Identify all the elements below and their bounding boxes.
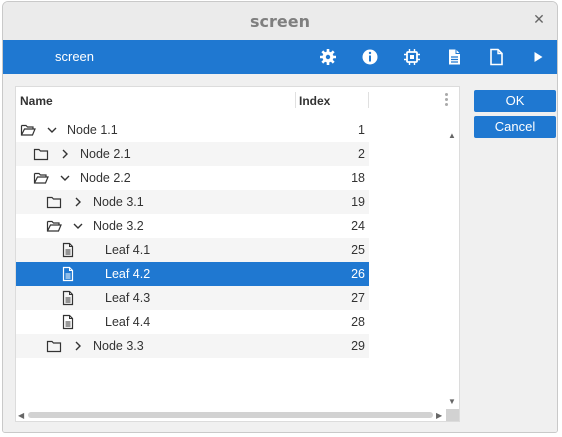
tree-row-index: 19 xyxy=(351,195,365,209)
tree-row-label: Leaf 4.1 xyxy=(105,243,151,257)
tree-view[interactable]: Name Index Node 1.1 1 Node 2.1 2 Node 2.2 18 N… xyxy=(15,86,460,422)
cancel-button[interactable]: Cancel xyxy=(474,116,556,138)
tree-row-index: 25 xyxy=(351,243,365,257)
tree-row[interactable]: Node 3.3 29 xyxy=(16,334,369,358)
column-header-name[interactable]: Name xyxy=(20,94,53,108)
document-icon xyxy=(60,266,76,282)
document-icon xyxy=(60,290,76,306)
chip-icon[interactable] xyxy=(403,48,421,66)
tree-row-label: Node 3.3 xyxy=(93,339,144,353)
toolbar: screen xyxy=(3,40,557,74)
tree-row[interactable]: Node 2.1 2 xyxy=(16,142,369,166)
tree-row[interactable]: Leaf 4.1 25 xyxy=(16,238,369,262)
tree-row-index: 24 xyxy=(351,219,365,233)
tree-row-label: Node 3.2 xyxy=(93,219,144,233)
tree-rows: Node 1.1 1 Node 2.1 2 Node 2.2 18 Node 3.1 19 No… xyxy=(16,118,369,358)
dialog-content: Name Index Node 1.1 1 Node 2.1 2 Node 2.2 18 N… xyxy=(3,74,557,432)
tree-row-index: 28 xyxy=(351,315,365,329)
scroll-left-icon[interactable]: ◀ xyxy=(18,411,24,420)
scrollbar-thumb[interactable] xyxy=(28,412,433,418)
tree-row-label: Leaf 4.3 xyxy=(105,291,151,305)
tree-header: Name Index xyxy=(16,87,459,113)
dialog-window: screen ✕ screen Name Index Node 1.1 1 No… xyxy=(2,1,558,433)
gear-icon[interactable] xyxy=(319,48,337,66)
tree-row-index: 27 xyxy=(351,291,365,305)
folder-open-icon xyxy=(46,218,62,234)
scrollbar-corner xyxy=(446,409,459,421)
folder-open-icon xyxy=(33,170,49,186)
window-title: screen xyxy=(250,12,310,31)
chevron-right-icon[interactable] xyxy=(72,194,84,210)
tree-row-index: 26 xyxy=(351,267,365,281)
scroll-right-icon[interactable]: ▶ xyxy=(436,411,442,420)
tree-row-index: 2 xyxy=(358,147,365,161)
info-icon[interactable] xyxy=(361,48,379,66)
toolbar-title: screen xyxy=(55,49,95,64)
scroll-down-icon[interactable]: ▼ xyxy=(448,398,456,406)
tree-row-label: Leaf 4.4 xyxy=(105,315,151,329)
column-header-index[interactable]: Index xyxy=(299,94,330,108)
chevron-right-icon[interactable] xyxy=(72,338,84,354)
chevron-right-icon[interactable] xyxy=(59,146,71,162)
tree-row-label: Node 3.1 xyxy=(93,195,144,209)
column-menu-icon[interactable] xyxy=(445,93,449,108)
folder-icon xyxy=(33,146,49,162)
play-icon[interactable] xyxy=(529,48,547,66)
tree-row[interactable]: Leaf 4.3 27 xyxy=(16,286,369,310)
title-bar: screen ✕ xyxy=(3,2,557,40)
chevron-down-icon[interactable] xyxy=(46,122,58,138)
tree-row-index: 29 xyxy=(351,339,365,353)
tree-row-label: Node 2.1 xyxy=(80,147,131,161)
column-divider[interactable] xyxy=(368,92,369,108)
tree-row-label: Leaf 4.2 xyxy=(105,267,151,281)
tree-row[interactable]: Node 3.2 24 xyxy=(16,214,369,238)
tree-row-index: 18 xyxy=(351,171,365,185)
column-divider[interactable] xyxy=(295,92,296,108)
document-icon[interactable] xyxy=(487,48,505,66)
ok-button[interactable]: OK xyxy=(474,90,556,112)
scroll-up-icon[interactable]: ▲ xyxy=(448,132,456,140)
tree-row-index: 1 xyxy=(358,123,365,137)
tree-row[interactable]: Node 2.2 18 xyxy=(16,166,369,190)
tree-row[interactable]: Node 3.1 19 xyxy=(16,190,369,214)
tree-row[interactable]: Leaf 4.4 28 xyxy=(16,310,369,334)
chevron-down-icon[interactable] xyxy=(59,170,71,186)
horizontal-scrollbar[interactable]: ◀ ▶ xyxy=(18,409,446,421)
vertical-scrollbar[interactable]: ▲ ▼ xyxy=(446,130,458,408)
folder-icon xyxy=(46,338,62,354)
folder-icon xyxy=(46,194,62,210)
document-icon xyxy=(60,314,76,330)
chevron-down-icon[interactable] xyxy=(72,218,84,234)
tree-row[interactable]: Node 1.1 1 xyxy=(16,118,369,142)
document-icon xyxy=(60,242,76,258)
tree-row-label: Node 2.2 xyxy=(80,171,131,185)
document-text-icon[interactable] xyxy=(445,48,463,66)
folder-open-icon xyxy=(20,122,36,138)
close-icon[interactable]: ✕ xyxy=(531,11,547,27)
tree-row[interactable]: Leaf 4.2 26 xyxy=(16,262,369,286)
tree-row-label: Node 1.1 xyxy=(67,123,118,137)
